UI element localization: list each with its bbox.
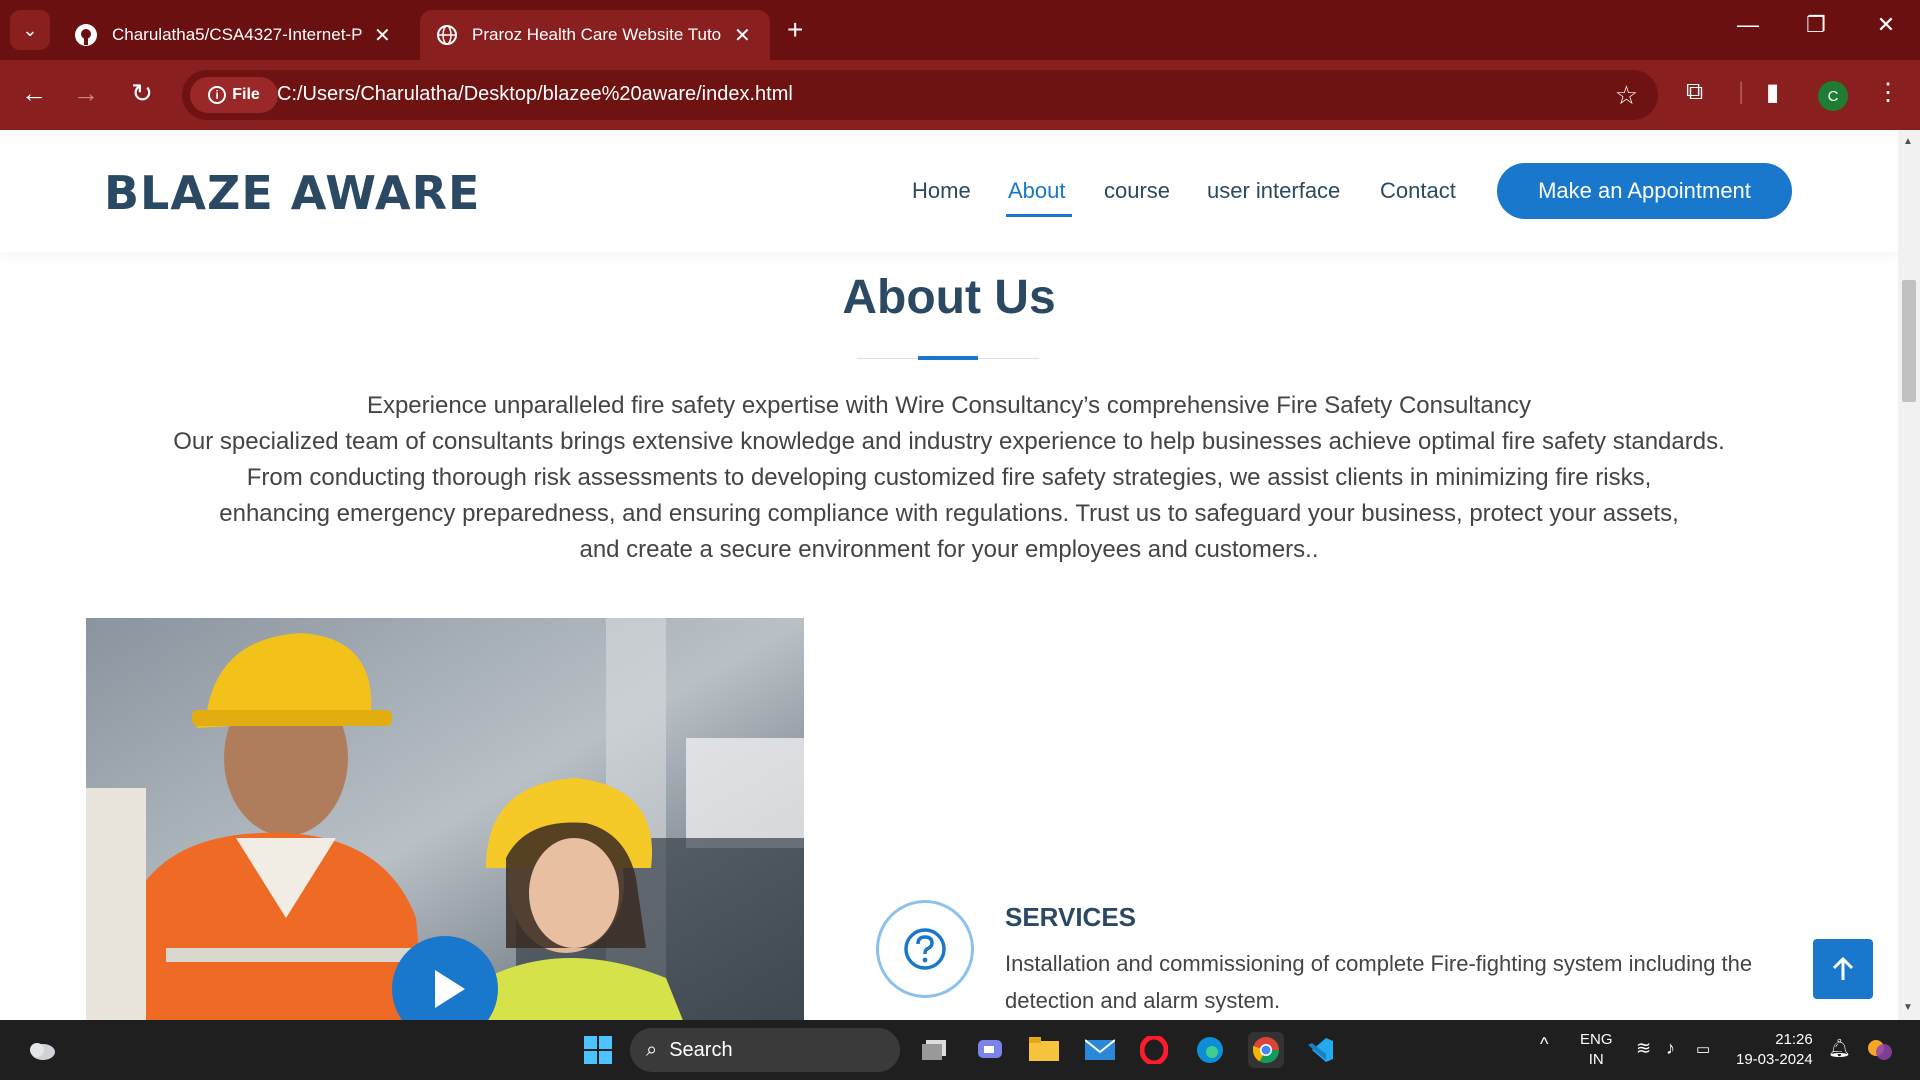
time-label: 21:26 — [1775, 1031, 1813, 1048]
wifi-icon[interactable]: ≋ — [1636, 1038, 1651, 1058]
volume-icon[interactable]: ♪ — [1666, 1038, 1675, 1058]
section-title: About Us — [842, 271, 1056, 324]
about-line: enhancing emergency preparedness, and en… — [219, 500, 1679, 527]
nav-active-underline — [1006, 214, 1072, 217]
toolbar-divider: | — [1738, 78, 1745, 105]
close-window-icon[interactable]: ✕ — [1866, 12, 1906, 38]
extensions-icon[interactable]: ⧉ — [1686, 78, 1703, 106]
teams-chat-icon[interactable] — [972, 1032, 1008, 1068]
side-panel-icon[interactable]: ▮ — [1766, 78, 1779, 107]
forward-icon[interactable]: → — [68, 78, 104, 109]
os-taskbar: ⌕ Search ^ ENG IN ≋ ♪ ▭ 21:26 19-03-2024… — [0, 1020, 1920, 1080]
search-icon: ⌕ — [646, 1038, 658, 1061]
nav-home[interactable]: Home — [912, 178, 971, 204]
copilot-icon[interactable] — [1862, 1032, 1898, 1068]
about-line: Our specialized team of consultants brin… — [173, 428, 1725, 455]
workers-photo — [86, 618, 804, 1020]
about-line: Experience unparalleled fire safety expe… — [366, 392, 1532, 419]
nav-user-interface[interactable]: user interface — [1207, 178, 1340, 204]
address-bar[interactable]: i File C:/Users/Charulatha/Desktop/blaze… — [182, 70, 1658, 120]
browser-toolbar: ← → ↻ i File C:/Users/Charulatha/Desktop… — [0, 60, 1920, 130]
title-accent-bar — [918, 356, 978, 360]
windows-start-icon[interactable] — [580, 1032, 616, 1068]
taskbar-search[interactable]: ⌕ Search — [630, 1028, 900, 1072]
opera-icon[interactable] — [1136, 1032, 1172, 1068]
tab-strip: ⌄ Charulatha5/CSA4327-Internet-Pr ✕ Prar… — [0, 0, 1920, 60]
chrome-icon[interactable] — [1248, 1032, 1284, 1068]
mail-icon[interactable] — [1082, 1032, 1118, 1068]
play-video-button[interactable] — [392, 936, 498, 1020]
menu-kebab-icon[interactable]: ⋮ — [1876, 78, 1900, 107]
profile-avatar[interactable]: C — [1818, 81, 1848, 111]
file-label: File — [232, 86, 260, 103]
reload-icon[interactable]: ↻ — [124, 78, 160, 109]
web-page: BLAZE AWARE Home About course user inter… — [0, 130, 1898, 1020]
globe-icon — [437, 25, 457, 45]
new-tab-icon[interactable]: + — [787, 14, 803, 46]
site-header: BLAZE AWARE Home About course user inter… — [0, 130, 1898, 252]
language-indicator[interactable]: ENG IN — [1580, 1030, 1613, 1070]
services-description: Installation and commissioning of comple… — [1005, 951, 1753, 1013]
nav-about[interactable]: About — [1008, 178, 1066, 204]
scroll-down-icon[interactable]: ▼ — [1903, 1002, 1913, 1013]
back-to-top-button[interactable] — [1813, 939, 1873, 999]
minimize-icon[interactable]: — — [1728, 12, 1768, 38]
region-label: IN — [1588, 1051, 1604, 1068]
about-line: and create a secure environment for your… — [579, 536, 1319, 563]
battery-icon[interactable]: ▭ — [1696, 1040, 1710, 1060]
browser-tab-2-active[interactable]: Praroz Health Care Website Tutoria ✕ — [420, 10, 770, 60]
arrow-up-icon — [1832, 956, 1854, 980]
nav-course[interactable]: course — [1104, 178, 1170, 204]
info-icon: i — [208, 86, 227, 104]
file-explorer-icon[interactable] — [1026, 1032, 1062, 1068]
task-view-icon[interactable] — [918, 1032, 954, 1068]
restore-icon[interactable]: ❐ — [1796, 12, 1836, 38]
page-scrollbar[interactable]: ▲ ▼ — [1898, 130, 1920, 1020]
play-icon — [435, 970, 465, 1008]
scroll-up-icon[interactable]: ▲ — [1903, 136, 1913, 147]
close-tab-icon[interactable]: ✕ — [734, 23, 751, 48]
date-label: 19-03-2024 — [1736, 1051, 1813, 1068]
language-label: ENG — [1580, 1031, 1613, 1048]
site-logo[interactable]: BLAZE AWARE — [104, 166, 480, 220]
taskbar-search-label: Search — [669, 1038, 733, 1061]
services-title: SERVICES — [1005, 902, 1137, 932]
show-hidden-icons[interactable]: ^ — [1540, 1034, 1548, 1054]
vscode-icon[interactable] — [1302, 1032, 1338, 1068]
about-line: From conducting thorough risk assessment… — [246, 464, 1652, 491]
site-info-chip[interactable]: i File — [190, 77, 278, 113]
scrollbar-thumb[interactable] — [1902, 280, 1916, 402]
browser-tab-1[interactable]: Charulatha5/CSA4327-Internet-Pr ✕ — [58, 10, 410, 60]
make-appointment-button[interactable]: Make an Appointment — [1497, 163, 1792, 219]
url-text: C:/Users/Charulatha/Desktop/blazee%20awa… — [277, 83, 793, 105]
close-tab-icon[interactable]: ✕ — [374, 23, 391, 48]
tab-search-button[interactable]: ⌄ — [10, 10, 50, 50]
weather-icon[interactable] — [24, 1032, 60, 1068]
edge-icon[interactable] — [1192, 1032, 1228, 1068]
back-icon[interactable]: ← — [16, 78, 52, 109]
about-description: Experience unparalleled fire safety expe… — [0, 388, 1898, 568]
question-circle-icon — [876, 900, 974, 998]
clock[interactable]: 21:26 19-03-2024 — [1736, 1030, 1813, 1070]
github-icon — [75, 24, 97, 46]
nav-contact[interactable]: Contact — [1380, 178, 1456, 204]
notification-bell-icon[interactable]: 🔔︎ — [1828, 1038, 1851, 1058]
tab-title: Charulatha5/CSA4327-Internet-Pr — [112, 25, 362, 44]
bookmark-star-icon[interactable]: ☆ — [1615, 80, 1638, 111]
tab-title: Praroz Health Care Website Tutoria — [472, 25, 722, 44]
